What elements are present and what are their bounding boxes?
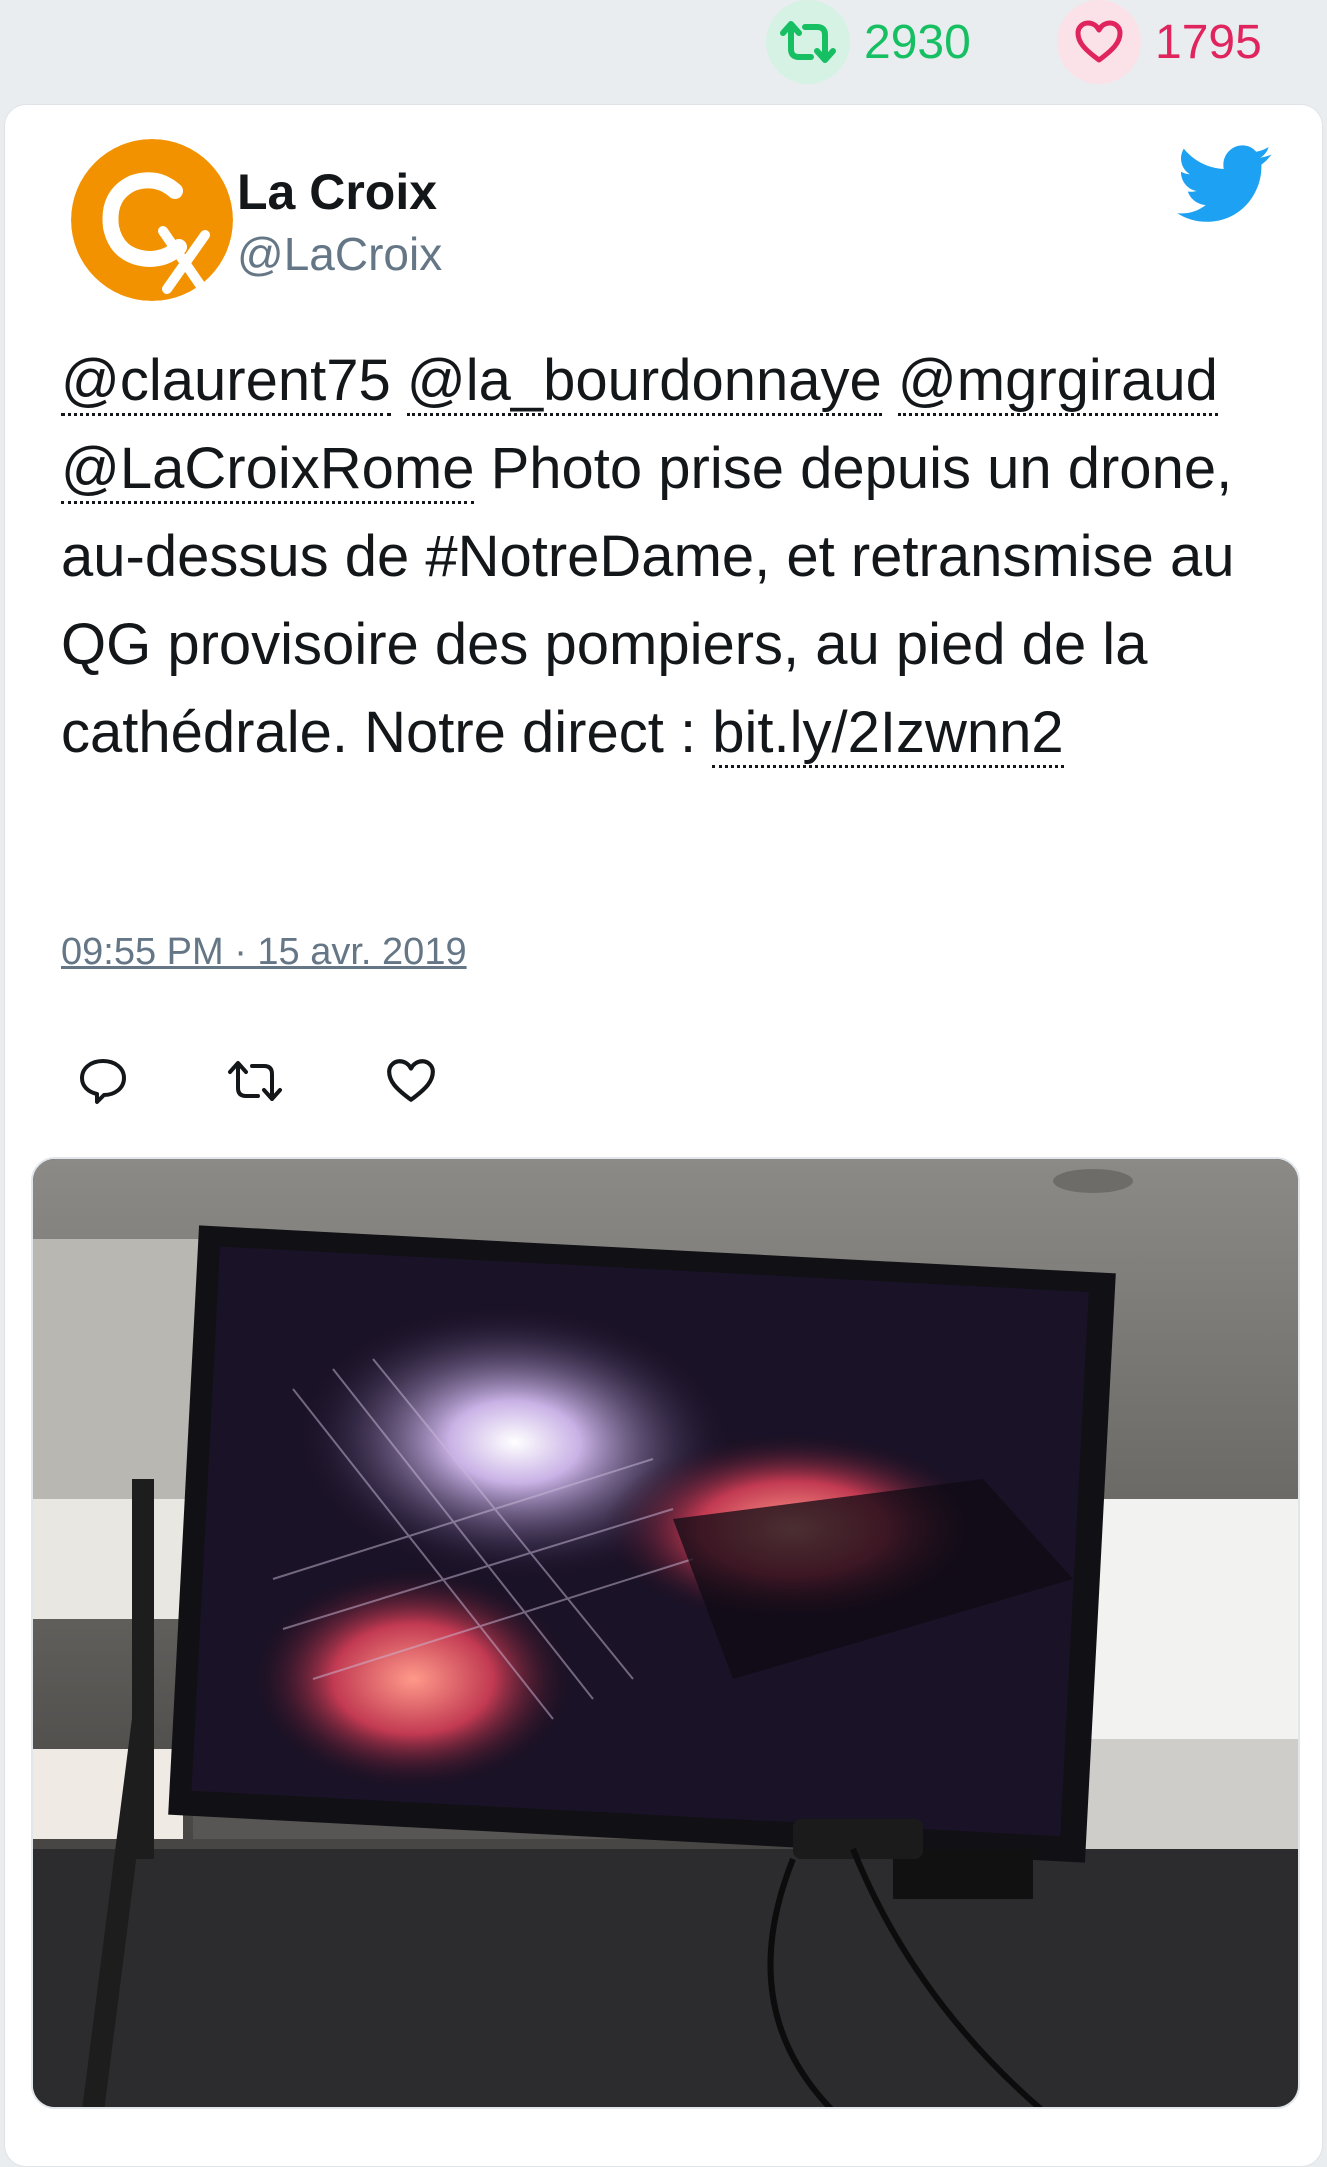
retweet-stat[interactable]: 2930	[766, 0, 971, 84]
author-handle[interactable]: @LaCroix	[237, 227, 442, 281]
mention-link[interactable]: @la_bourdonnaye	[406, 348, 882, 416]
tweet-card: La Croix @LaCroix @claurent75 @la_bourdo…	[4, 104, 1323, 2167]
mention-link[interactable]: @claurent75	[61, 348, 391, 416]
monitor-photo-illustration	[33, 1159, 1298, 2107]
la-croix-logo-icon[interactable]	[71, 139, 233, 301]
tweet-stats-bar: 2930 1795	[0, 0, 1327, 100]
twitter-bird-icon[interactable]	[1177, 145, 1273, 225]
tweet-timestamp[interactable]: 09:55 PM · 15 avr. 2019	[61, 931, 467, 974]
tweet-text: @claurent75 @la_bourdonnaye @mgrgiraud @…	[61, 337, 1291, 777]
mention-link[interactable]: @LaCroixRome	[61, 436, 475, 504]
retweet-icon[interactable]	[766, 0, 850, 84]
author-name[interactable]: La Croix	[237, 163, 437, 221]
retweet-action-icon[interactable]	[225, 1051, 285, 1111]
like-action-icon[interactable]	[381, 1051, 441, 1111]
retweet-count: 2930	[864, 15, 971, 69]
heart-icon[interactable]	[1057, 0, 1141, 84]
like-stat[interactable]: 1795	[1057, 0, 1262, 84]
reply-icon[interactable]	[73, 1051, 133, 1111]
tweet-url-link[interactable]: bit.ly/2Izwnn2	[712, 700, 1064, 768]
mention-link[interactable]: @mgrgiraud	[897, 348, 1218, 416]
tweet-photo[interactable]	[31, 1157, 1300, 2109]
like-count: 1795	[1155, 15, 1262, 69]
